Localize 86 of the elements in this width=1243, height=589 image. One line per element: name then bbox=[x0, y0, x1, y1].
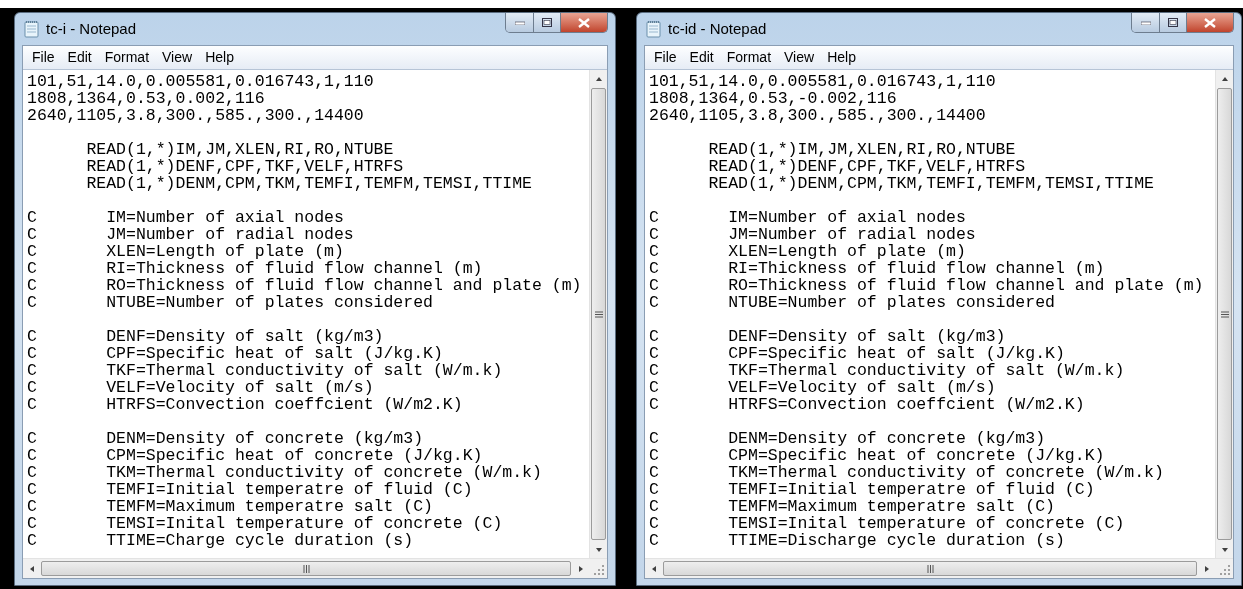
text-line: C RI=Thickness of fluid flow channel (m) bbox=[649, 260, 1105, 277]
text-line: C DENM=Density of concrete (kg/m3) bbox=[649, 430, 1046, 447]
text-line: C TEMFM=Maximum temperatre salt (C) bbox=[27, 498, 433, 515]
text-line: 1808,1364,0.53,-0.002,116 bbox=[649, 90, 897, 107]
menu-item[interactable]: Edit bbox=[684, 47, 719, 68]
text-line: C VELF=Velocity of salt (m/s) bbox=[649, 379, 996, 396]
text-line: C IM=Number of axial nodes bbox=[649, 209, 966, 226]
text-line: C RO=Thickness of fluid flow channel and plate (m) bbox=[649, 277, 1204, 294]
text-line: C XLEN=Length of plate (m) bbox=[649, 243, 966, 260]
scroll-thumb[interactable] bbox=[41, 561, 571, 576]
triangle-icon bbox=[576, 564, 585, 573]
text-line: C JM=Number of radial nodes bbox=[27, 226, 354, 243]
minimize-icon bbox=[1140, 20, 1151, 25]
text-line: C DENF=Density of salt (kg/m3) bbox=[27, 328, 384, 345]
text-line: C TTIME=Discharge cycle duration (s) bbox=[649, 532, 1065, 549]
triangle-icon bbox=[1202, 564, 1211, 573]
text-line: C CPF=Specific heat of salt (J/kg.K) bbox=[649, 345, 1065, 362]
text-line: C CPF=Specific heat of salt (J/kg.K) bbox=[27, 345, 443, 362]
text-line: C TEMSI=Inital temperature of concrete (C) bbox=[27, 515, 503, 532]
text-line: READ(1,*)DENF,CPF,TKF,VELF,HTRFS bbox=[85, 158, 404, 175]
text-line: READ(1,*)DENF,CPF,TKF,VELF,HTRFS bbox=[707, 158, 1026, 175]
text-line: C TEMSI=Inital temperature of concrete (C) bbox=[649, 515, 1125, 532]
text-line: 2640,1105,3.8,300.,585.,300.,14400 bbox=[649, 107, 986, 124]
text-line: C TKM=Thermal conductivity of concrete (W/m.k) bbox=[649, 464, 1164, 481]
close-icon bbox=[1204, 17, 1216, 28]
close-button[interactable] bbox=[1187, 13, 1233, 32]
text-line: READ(1,*)DENM,CPM,TKM,TEMFI,TEMFM,TEMSI,TTIME bbox=[707, 175, 1154, 192]
text-line: 101,51,14.0,0.005581,0.016743,1,110 bbox=[649, 73, 996, 90]
text-line: C TEMFM=Maximum temperatre salt (C) bbox=[649, 498, 1055, 515]
vertical-scrollbar[interactable] bbox=[589, 70, 607, 558]
text-line: C XLEN=Length of plate (m) bbox=[27, 243, 344, 260]
maximize-icon bbox=[542, 18, 552, 27]
text-line: C JM=Number of radial nodes bbox=[649, 226, 976, 243]
close-icon bbox=[578, 17, 590, 28]
text-line: C NTUBE=Number of plates considered bbox=[649, 294, 1055, 311]
maximize-icon bbox=[1168, 18, 1178, 27]
menu-item[interactable]: Format bbox=[99, 47, 155, 68]
menu-item[interactable]: Edit bbox=[62, 47, 97, 68]
text-line: C HTRFS=Convection coeffcient (W/m2.K) bbox=[649, 396, 1085, 413]
menu-item[interactable]: View bbox=[157, 47, 198, 68]
text-line: C RI=Thickness of fluid flow channel (m) bbox=[27, 260, 483, 277]
menu-item[interactable]: Help bbox=[200, 47, 239, 68]
menu-item[interactable]: View bbox=[779, 47, 820, 68]
minimize-icon bbox=[514, 20, 525, 25]
grip-icon bbox=[1220, 310, 1229, 318]
grip-icon bbox=[302, 564, 310, 573]
text-line: C CPM=Specific heat of concrete (J/kg.K) bbox=[649, 447, 1105, 464]
text-line: C CPM=Specific heat of concrete (J/kg.K) bbox=[27, 447, 483, 464]
grip-icon bbox=[926, 564, 934, 573]
text-line: READ(1,*)IM,JM,XLEN,RI,RO,NTUBE bbox=[85, 141, 394, 158]
text-line: C TKF=Thermal conductivity of salt (W/m.k) bbox=[649, 362, 1125, 379]
text-line: C DENF=Density of salt (kg/m3) bbox=[649, 328, 1006, 345]
grip-icon bbox=[594, 310, 603, 318]
scroll-thumb[interactable] bbox=[591, 88, 606, 540]
text-line: READ(1,*)IM,JM,XLEN,RI,RO,NTUBE bbox=[707, 141, 1016, 158]
text-line: C NTUBE=Number of plates considered bbox=[27, 294, 433, 311]
maximize-button[interactable] bbox=[534, 13, 561, 32]
menu-item[interactable]: File bbox=[649, 47, 682, 68]
scroll-thumb[interactable] bbox=[663, 561, 1197, 576]
maximize-button[interactable] bbox=[1160, 13, 1187, 32]
text-line: C TKM=Thermal conductivity of concrete (W/m.k) bbox=[27, 464, 542, 481]
notepad-icon bbox=[646, 20, 662, 38]
vertical-scrollbar[interactable] bbox=[1215, 70, 1233, 558]
text-line: C TEMFI=Initial temperatre of fluid (C) bbox=[649, 481, 1095, 498]
triangle-icon bbox=[1220, 545, 1229, 554]
text-line: 2640,1105,3.8,300.,585.,300.,14400 bbox=[27, 107, 364, 124]
text-line: C TTIME=Charge cycle duration (s) bbox=[27, 532, 414, 549]
window-title: tc-id - Notepad bbox=[668, 18, 767, 39]
window-title: tc-i - Notepad bbox=[46, 18, 137, 39]
text-line: C IM=Number of axial nodes bbox=[27, 209, 344, 226]
text-line: C TKF=Thermal conductivity of salt (W/m.k) bbox=[27, 362, 503, 379]
text-line: C HTRFS=Convection coeffcient (W/m2.K) bbox=[27, 396, 463, 413]
triangle-icon bbox=[594, 545, 603, 554]
scroll-thumb[interactable] bbox=[1217, 88, 1232, 540]
text-line: C TEMFI=Initial temperatre of fluid (C) bbox=[27, 481, 473, 498]
menu-item[interactable]: Format bbox=[721, 47, 777, 68]
text-line: C VELF=Velocity of salt (m/s) bbox=[27, 379, 374, 396]
text-line: C DENM=Density of concrete (kg/m3) bbox=[27, 430, 424, 447]
menu-item[interactable]: File bbox=[27, 47, 60, 68]
text-line: 101,51,14.0,0.005581,0.016743,1,110 bbox=[27, 73, 374, 90]
text-line: 1808,1364,0.53,0.002,116 bbox=[27, 90, 265, 107]
text-line: READ(1,*)DENM,CPM,TKM,TEMFI,TEMFM,TEMSI,TTIME bbox=[85, 175, 532, 192]
text-line: C RO=Thickness of fluid flow channel and plate (m) bbox=[27, 277, 582, 294]
close-button[interactable] bbox=[561, 13, 607, 32]
notepad-icon bbox=[24, 20, 40, 38]
menu-item[interactable]: Help bbox=[822, 47, 861, 68]
